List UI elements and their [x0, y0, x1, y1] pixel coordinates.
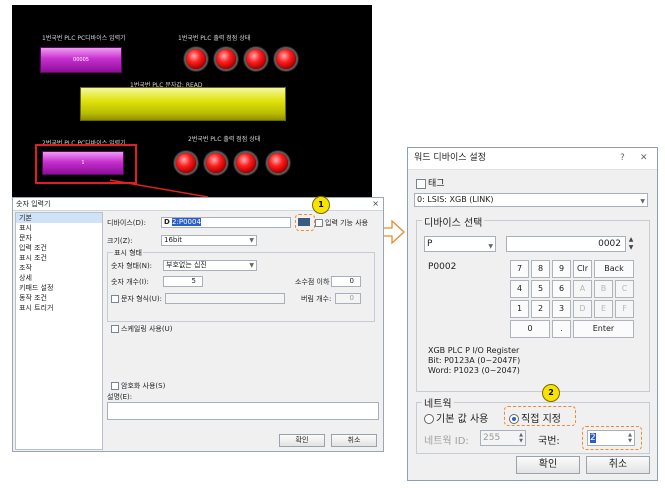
chevron-down-icon: ▼: [488, 243, 493, 250]
num-format-select[interactable]: 부호없는 십진 ▼: [163, 260, 257, 271]
keypad-key[interactable]: F: [615, 300, 634, 318]
fill-label: 버림 개수:: [301, 295, 332, 303]
dialog-title: 워드 디바이스 설정: [414, 153, 486, 163]
chevron-down-icon: ▼: [249, 262, 254, 269]
cancel-button[interactable]: 취소: [331, 434, 377, 447]
word-device-dialog: 워드 디바이스 설정 ? ✕ 태그 0: LSIS: XGB (LINK) ▼ 디…: [407, 147, 658, 481]
tag-checkbox[interactable]: 태그: [416, 176, 445, 189]
station-label: 국번:: [538, 436, 560, 447]
num-format-label: 숫자 형태(N):: [111, 262, 153, 270]
keypad-key[interactable]: 6: [552, 280, 571, 298]
keypad-key[interactable]: D: [573, 300, 592, 318]
keypad-key[interactable]: 3: [552, 300, 571, 318]
keypad-key[interactable]: 4: [510, 280, 529, 298]
current-address-label: P0002: [428, 262, 457, 272]
string-format-checkbox[interactable]: 문자 형식(U):: [111, 294, 162, 304]
network-id-stepper[interactable]: 255 ▲ ▼: [480, 430, 526, 446]
category-list: 기본 표시 문자 입력 조건 표시 조건 조작 상세 키패드 설정 동작 조건 표시 트리거: [15, 212, 103, 450]
fill-stepper[interactable]: 0: [335, 293, 361, 304]
keypad-key[interactable]: 7: [510, 260, 529, 278]
description-label: 설명(E):: [107, 393, 133, 401]
station-stepper[interactable]: 2 ▲ ▼: [587, 430, 635, 446]
category-item[interactable]: 키패드 설정: [16, 283, 102, 293]
dialog-titlebar: 워드 디바이스 설정 ? ✕: [408, 148, 657, 170]
keypad-key[interactable]: E: [594, 300, 613, 318]
category-item[interactable]: 표시 조건: [16, 253, 102, 263]
device-field[interactable]: D 2:P0004: [161, 217, 291, 228]
scaling-checkbox[interactable]: 스케일링 사용(U): [111, 324, 172, 334]
radio-direct[interactable]: 직접 지정: [509, 410, 561, 425]
info-line-2: Bit: P0123A (0~2047F): [428, 356, 521, 365]
keypad-key[interactable]: 5: [531, 280, 550, 298]
keypad-key[interactable]: C: [615, 280, 634, 298]
keypad: 7 8 9 Clr Back 4 5 6 A B C 1 2 3 D E F 0. Enter: [510, 260, 636, 340]
device-select-group-label: 디바이스 선택: [422, 214, 485, 229]
display-format-group-label: 표시 형태: [113, 248, 143, 258]
keypad-key[interactable]: B: [594, 280, 613, 298]
cancel-button[interactable]: 취소: [586, 456, 650, 474]
device-label: 디바이스(D):: [107, 219, 146, 227]
category-item[interactable]: 문자: [16, 233, 102, 243]
category-item[interactable]: 표시 트리거: [16, 303, 102, 313]
device-picker-icon[interactable]: [298, 218, 310, 226]
selection-leader-line: [109, 179, 209, 198]
address-spin-icon[interactable]: ▲ ▼: [626, 236, 636, 252]
info-line-3: Word: P1023 (0~2047): [428, 366, 520, 375]
close-icon[interactable]: ✕: [640, 148, 648, 169]
category-item[interactable]: 입력 조건: [16, 243, 102, 253]
description-field[interactable]: [107, 402, 379, 420]
chevron-down-icon: ▼: [640, 198, 645, 205]
input-enable-checkbox[interactable]: 입력 기능 사용: [315, 218, 368, 228]
keypad-key[interactable]: .: [552, 320, 571, 338]
decimal-stepper[interactable]: 0: [331, 276, 361, 287]
keypad-key[interactable]: Back: [594, 260, 634, 278]
connection-select[interactable]: 0: LSIS: XGB (LINK) ▼: [414, 193, 648, 207]
dialog-title: 숫자 입력기: [16, 200, 51, 208]
keypad-key[interactable]: Clr: [573, 260, 592, 278]
password-checkbox[interactable]: 암호화 사용(S): [111, 381, 165, 391]
radio-default-value[interactable]: 기본 값 사용: [424, 410, 488, 425]
string-format-field[interactable]: [165, 293, 285, 304]
keypad-key[interactable]: A: [573, 280, 592, 298]
digit-count-stepper[interactable]: 5: [163, 276, 203, 287]
callout-badge-1: 1: [312, 196, 330, 214]
device-type-select[interactable]: P ▼: [424, 236, 496, 252]
help-icon[interactable]: ?: [620, 148, 625, 169]
size-select[interactable]: 16bit ▼: [161, 235, 257, 246]
close-icon[interactable]: ×: [372, 198, 379, 210]
keypad-key[interactable]: 8: [531, 260, 550, 278]
keypad-key[interactable]: 1: [510, 300, 529, 318]
size-label: 크기(Z):: [107, 237, 133, 245]
keypad-key[interactable]: 2: [531, 300, 550, 318]
ok-button[interactable]: 확인: [279, 434, 325, 447]
network-group-label: 네트웍: [422, 395, 454, 410]
network-id-label: 네트웍 ID:: [424, 436, 469, 447]
category-item[interactable]: 조작: [16, 263, 102, 273]
info-line-1: XGB PLC P I/O Register: [428, 346, 520, 355]
keypad-key[interactable]: 0: [510, 320, 550, 338]
address-field[interactable]: 0002: [506, 236, 626, 252]
category-item[interactable]: 상세: [16, 273, 102, 283]
ok-button[interactable]: 확인: [516, 456, 580, 474]
chevron-down-icon: ▼: [249, 237, 254, 244]
keypad-key[interactable]: 9: [552, 260, 571, 278]
category-item[interactable]: 표시: [16, 223, 102, 233]
digit-count-label: 숫자 개수(I):: [111, 278, 149, 286]
callout-badge-2: 2: [542, 384, 560, 402]
numeric-input-dialog: 숫자 입력기 × 기본 표시 문자 입력 조건 표시 조건 조작 상세 키패드 설정 동작 조건…: [12, 197, 384, 452]
category-item[interactable]: 동작 조건: [16, 293, 102, 303]
category-item[interactable]: 기본: [16, 213, 102, 223]
keypad-key[interactable]: Enter: [573, 320, 634, 338]
